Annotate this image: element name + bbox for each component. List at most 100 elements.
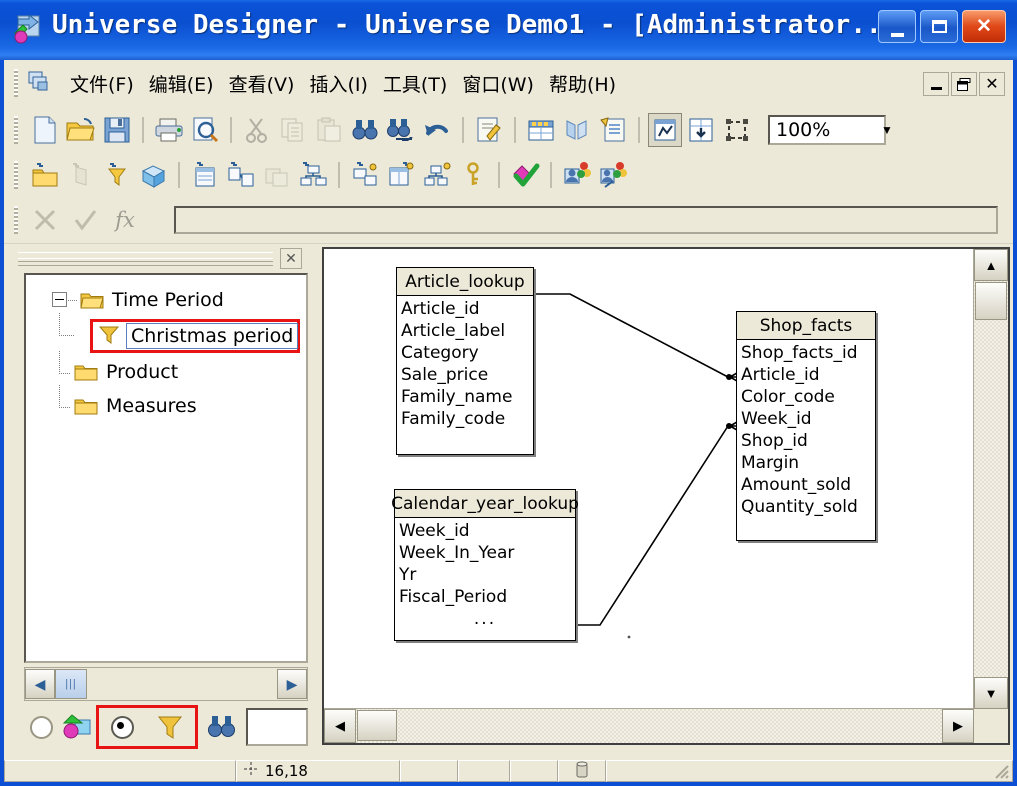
resize-grip-icon[interactable] bbox=[992, 762, 1010, 780]
open-icon[interactable] bbox=[64, 113, 98, 147]
scroll-left-button[interactable]: ◀ bbox=[25, 669, 55, 699]
menubar-grip[interactable] bbox=[14, 69, 18, 97]
new-folder-icon[interactable] bbox=[28, 158, 62, 192]
filter-funnel-icon[interactable] bbox=[150, 714, 190, 740]
mdi-close-button[interactable]: ✕ bbox=[979, 72, 1005, 96]
table-field[interactable]: Shop_id bbox=[741, 430, 871, 452]
maximize-button[interactable] bbox=[920, 10, 958, 43]
undo-icon[interactable] bbox=[420, 113, 454, 147]
print-preview-icon[interactable] bbox=[188, 113, 222, 147]
primary-key-icon[interactable] bbox=[456, 158, 490, 192]
table-article-lookup[interactable]: Article_lookup Article_id Article_label … bbox=[396, 267, 534, 455]
universe-parameters-icon[interactable] bbox=[596, 158, 630, 192]
formula-input-field[interactable] bbox=[176, 208, 996, 232]
objects-tree[interactable]: Time Period Christmas period Product Mea… bbox=[24, 273, 308, 663]
view-objects-radio[interactable] bbox=[24, 715, 58, 739]
chevron-down-icon[interactable]: ▼ bbox=[874, 117, 900, 143]
tree-item-product[interactable]: Product bbox=[26, 351, 306, 389]
list-of-values-icon[interactable] bbox=[596, 113, 630, 147]
table-field[interactable]: Category bbox=[401, 342, 529, 364]
arrange-tables-icon[interactable] bbox=[648, 112, 682, 147]
cancel-x-icon[interactable] bbox=[28, 203, 62, 237]
hscroll-track[interactable] bbox=[356, 709, 942, 743]
save-icon[interactable] bbox=[100, 113, 134, 147]
accept-check-icon[interactable] bbox=[68, 203, 102, 237]
table-field[interactable]: Amount_sold bbox=[741, 474, 871, 496]
menu-edit[interactable]: 编辑(E) bbox=[143, 67, 220, 100]
table-shop-facts[interactable]: Shop_facts Shop_facts_id Article_id Colo… bbox=[736, 311, 876, 541]
menu-insert[interactable]: 插入(I) bbox=[303, 67, 373, 100]
check-universe-icon[interactable] bbox=[508, 158, 542, 192]
insert-table-icon[interactable] bbox=[188, 158, 222, 192]
table-browser-icon[interactable] bbox=[524, 113, 558, 147]
mirror-icon[interactable] bbox=[560, 113, 594, 147]
table-field[interactable]: Article_id bbox=[401, 298, 529, 320]
detect-cardinalities-icon[interactable] bbox=[384, 158, 418, 192]
objects-shapes-icon[interactable] bbox=[58, 714, 96, 740]
find-next-icon[interactable] bbox=[384, 113, 418, 147]
mdi-minimize-button[interactable] bbox=[923, 72, 949, 96]
quick-design-icon[interactable] bbox=[560, 158, 594, 192]
detect-joins-icon[interactable] bbox=[348, 158, 382, 192]
print-icon[interactable] bbox=[152, 113, 186, 147]
panel-close-button[interactable]: ✕ bbox=[280, 248, 302, 269]
check-integrity-icon[interactable] bbox=[472, 113, 506, 147]
formula-bar-grip[interactable] bbox=[14, 206, 18, 234]
tree-label[interactable]: Christmas period bbox=[126, 323, 299, 349]
table-field[interactable]: Family_name bbox=[401, 386, 529, 408]
find-icon[interactable] bbox=[348, 113, 382, 147]
toolbar2-grip[interactable] bbox=[14, 161, 18, 189]
tree-item-measures[interactable]: Measures bbox=[26, 385, 306, 423]
tree-item-time-period[interactable]: Time Period bbox=[26, 283, 306, 317]
menu-view[interactable]: 查看(V) bbox=[223, 67, 301, 100]
status-panel-trash[interactable] bbox=[558, 760, 606, 782]
menu-help[interactable]: 帮助(H) bbox=[543, 67, 622, 100]
auto-arrange-icon[interactable] bbox=[684, 113, 718, 147]
detect-loops-icon[interactable] bbox=[420, 158, 454, 192]
vscroll-track[interactable] bbox=[974, 281, 1008, 677]
panel-grip[interactable] bbox=[18, 252, 273, 266]
table-field[interactable]: Quantity_sold bbox=[741, 496, 871, 518]
vscroll-thumb[interactable] bbox=[975, 282, 1007, 320]
toolbar1-grip[interactable] bbox=[14, 116, 18, 144]
new-cube-icon[interactable] bbox=[136, 158, 170, 192]
close-button[interactable]: ✕ bbox=[962, 10, 1006, 43]
new-icon[interactable] bbox=[28, 113, 62, 147]
table-field[interactable]: Sale_price bbox=[401, 364, 529, 386]
canvas-vertical-scrollbar[interactable]: ▲ ▼ bbox=[973, 249, 1008, 709]
table-field[interactable]: Family_code bbox=[401, 408, 529, 430]
insert-join-icon[interactable] bbox=[296, 158, 330, 192]
canvas-horizontal-scrollbar[interactable]: ◀ ▶ bbox=[324, 708, 974, 743]
scroll-down-button[interactable]: ▼ bbox=[974, 677, 1008, 709]
table-field[interactable]: Color_code bbox=[741, 386, 871, 408]
scroll-thumb[interactable]: ||| bbox=[55, 669, 87, 699]
function-fx-icon[interactable]: fx bbox=[108, 203, 142, 237]
menu-window[interactable]: 窗口(W) bbox=[456, 67, 540, 100]
menu-file[interactable]: 文件(F) bbox=[64, 67, 140, 100]
mdi-restore-button[interactable] bbox=[951, 72, 977, 96]
schema-canvas[interactable]: Article_lookup Article_id Article_label … bbox=[324, 249, 974, 709]
detect-contexts-icon[interactable] bbox=[720, 113, 754, 147]
table-field[interactable]: Week_id bbox=[741, 408, 871, 430]
table-field[interactable]: Shop_facts_id bbox=[741, 342, 871, 364]
minimize-button[interactable] bbox=[878, 10, 916, 43]
formula-input[interactable] bbox=[174, 206, 998, 234]
table-field[interactable]: Fiscal_Period bbox=[399, 586, 571, 608]
search-input-field[interactable] bbox=[248, 710, 306, 744]
scroll-right-button[interactable]: ▶ bbox=[942, 709, 974, 743]
tree-item-christmas-period[interactable]: Christmas period bbox=[26, 313, 306, 355]
scroll-left-button[interactable]: ◀ bbox=[324, 709, 356, 743]
hscroll-thumb[interactable] bbox=[357, 710, 397, 741]
table-field[interactable]: Week_id bbox=[399, 520, 571, 542]
table-field[interactable]: Week_In_Year bbox=[399, 542, 571, 564]
table-field[interactable]: Margin bbox=[741, 452, 871, 474]
scroll-right-button[interactable]: ▶ bbox=[277, 669, 307, 699]
mdi-document-icon[interactable] bbox=[28, 71, 54, 93]
table-field[interactable]: Article_label bbox=[401, 320, 529, 342]
menu-tools[interactable]: 工具(T) bbox=[377, 67, 453, 100]
zoom-combobox[interactable]: 100% ▼ bbox=[768, 114, 893, 145]
view-filters-radio[interactable] bbox=[104, 715, 140, 739]
expander-icon[interactable] bbox=[52, 292, 67, 307]
table-field[interactable]: Article_id bbox=[741, 364, 871, 386]
search-input[interactable] bbox=[246, 708, 308, 746]
